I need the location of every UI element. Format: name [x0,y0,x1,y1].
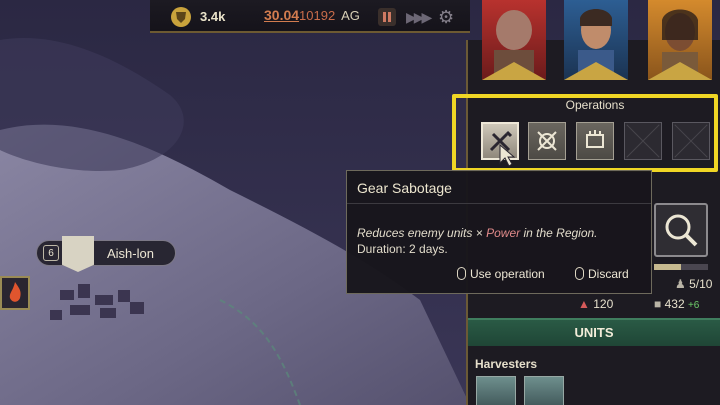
shield-coin-icon [171,7,191,27]
magnifier-icon [665,214,698,247]
resource-b-delta: +6 [687,300,700,311]
fire-faction-icon[interactable] [0,276,30,310]
cursor-icon [499,143,516,167]
tooltip-description: Reduces enemy units × Power in the Regio… [357,226,598,240]
faction-banner-icon [62,236,94,272]
portrait-1[interactable] [482,0,546,80]
portrait-2[interactable] [564,0,628,80]
harvesters-label: Harvesters [475,357,538,371]
capacity-stat: ♟ 5/10 [675,277,712,291]
tooltip-title: Gear Sabotage [357,180,452,196]
character-portraits [476,0,720,86]
portrait-3[interactable] [648,0,712,80]
harvester-unit-card[interactable] [476,376,516,405]
resource-a-stat: ▲ 120 [578,297,613,311]
use-operation-label: Use operation [470,267,545,281]
tooltip-divider [347,203,651,204]
game-date: 30.0410192 AG [264,7,360,23]
mouse-right-click-icon [575,267,584,280]
pause-button[interactable] [378,8,396,26]
resource-a-icon: ▲ [578,297,594,311]
capacity-value: 5/10 [689,277,713,291]
person-icon: ♟ [675,277,690,291]
resource-b-stat: ■ 432 +6 [654,297,699,311]
gear-icon[interactable]: ⚙ [438,7,454,28]
search-button[interactable] [654,203,708,257]
mouse-left-click-icon [457,267,466,280]
units-tab[interactable]: UNITS [468,318,720,346]
progress-slider [654,264,708,270]
fast-forward-button[interactable]: ▶▶▶ [406,9,432,26]
operation-tooltip: Gear Sabotage Reduces enemy units × Powe… [346,170,652,294]
discard-label: Discard [588,267,629,281]
pause-icon [383,12,386,22]
harvester-unit-card[interactable] [524,376,564,405]
resource-b-icon: ■ [654,297,665,311]
region-name: Aish-lon [107,246,154,261]
top-resource-bar: 3.4k 30.0410192 AG ▶▶▶ ⚙ [150,0,470,33]
slider-fill [654,264,681,270]
date-era: AG [341,8,360,23]
discard-action[interactable]: Discard [575,267,629,281]
power-keyword: Power [486,226,521,240]
date-main: 30.04 [264,7,300,23]
use-operation-action[interactable]: Use operation [457,267,545,281]
currency-amount: 3.4k [200,9,226,24]
region-label[interactable]: 6 Aish-lon [36,240,176,266]
region-level-badge: 6 [43,245,59,261]
resource-a-value: 120 [593,297,614,311]
date-sub: 10192 [299,8,336,23]
resource-b-value: 432 [664,297,685,311]
game-scene: 3.4k 30.0410192 AG ▶▶▶ ⚙ 6 Aish-lon Oper… [0,0,720,405]
tooltip-duration: Duration: 2 days. [357,242,448,256]
multiply-icon: × [475,226,483,240]
highlight-box [452,94,718,172]
